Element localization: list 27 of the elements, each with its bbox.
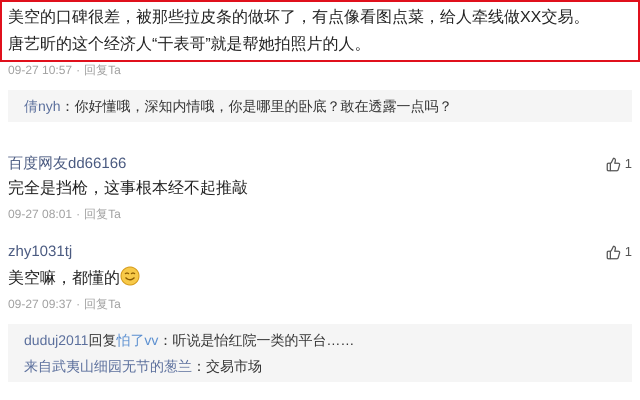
separator-dot: · bbox=[76, 62, 80, 78]
user-link[interactable]: 百度网友dd66166 bbox=[8, 154, 126, 174]
comment-time: 09-27 08:01 bbox=[8, 206, 72, 222]
like-count: 1 bbox=[624, 243, 632, 262]
comment-text: 唐艺昕的这个经济人“干表哥”就是帮她拍照片的人。 bbox=[8, 34, 372, 55]
comment-text: 美空嘛，都懂的 bbox=[8, 266, 632, 290]
like-icon[interactable] bbox=[606, 244, 621, 260]
like-count: 1 bbox=[624, 155, 632, 174]
comment-time: 09-27 09:37 bbox=[8, 296, 72, 312]
comment-time: 09-27 10:57 bbox=[8, 62, 72, 78]
like-icon[interactable] bbox=[606, 156, 621, 172]
reply-text: 倩nyh：你好懂哦，深知内情哦，你是哪里的卧底？敢在透露一点吗？ bbox=[24, 97, 454, 116]
comment-text: 美空的口碑很差，被那些拉皮条的做坏了，有点像看图点菜，给人牵线做XX交易。 bbox=[8, 8, 590, 28]
reply-text: 来自武夷山细园无节的葱兰：交易市场 bbox=[24, 357, 263, 376]
user-link[interactable]: duduj2011 bbox=[24, 332, 88, 348]
user-link[interactable]: 来自武夷山细园无节的葱兰 bbox=[24, 358, 192, 374]
reply-link[interactable]: 回复Ta bbox=[84, 206, 121, 222]
user-link[interactable]: 怕了vv bbox=[116, 332, 158, 348]
separator-dot: · bbox=[76, 296, 80, 312]
smiley-icon bbox=[120, 266, 140, 286]
user-link[interactable]: zhy1031tj bbox=[8, 242, 72, 262]
comment-text: 完全是挡枪，这事根本经不起推敲 bbox=[8, 178, 249, 199]
reply-link[interactable]: 回复Ta bbox=[84, 296, 121, 312]
reply-link[interactable]: 回复Ta bbox=[84, 62, 121, 78]
separator-dot: · bbox=[76, 206, 80, 222]
user-link[interactable]: 倩nyh bbox=[24, 98, 61, 114]
reply-text: duduj2011回复怕了vv：听说是怡红院一类的平台…… bbox=[24, 331, 356, 350]
